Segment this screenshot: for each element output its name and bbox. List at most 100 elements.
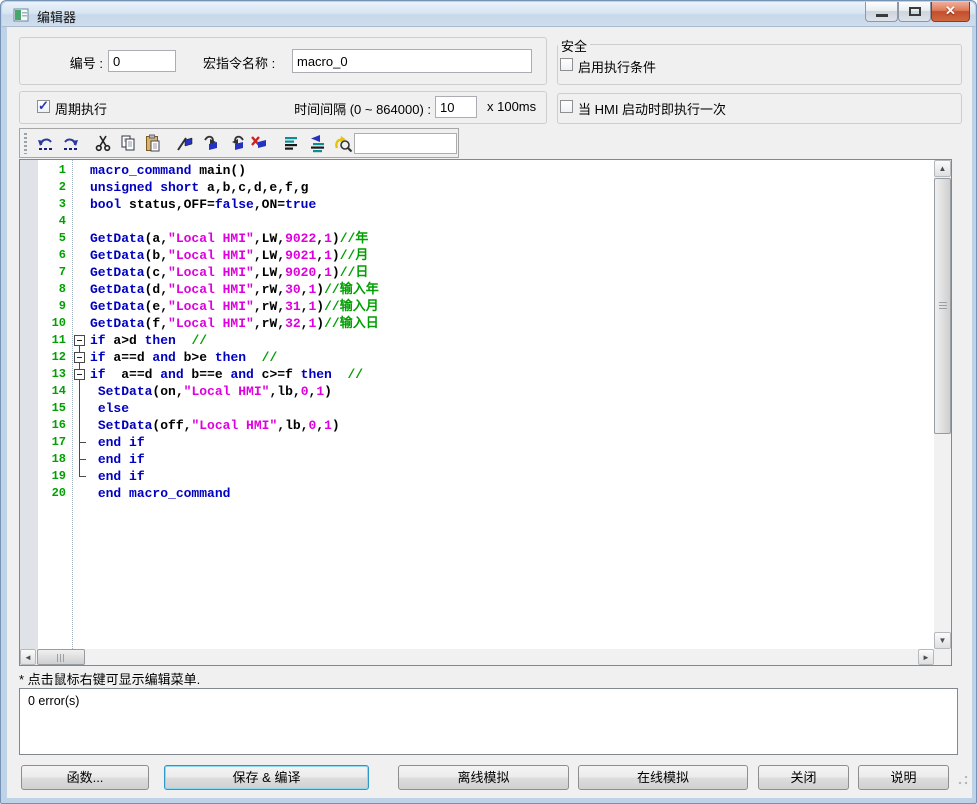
code-line[interactable]: 12if a==d and b>e then // (20, 349, 934, 366)
resize-grip[interactable] (958, 775, 968, 785)
fold-spacer (70, 196, 90, 213)
line-number: 17 (20, 434, 70, 451)
periodic-label[interactable]: 周期执行 (55, 99, 107, 118)
code-line[interactable]: 19 end if (20, 468, 934, 485)
offline-simulation-button[interactable]: 离线模拟 (398, 765, 569, 790)
maximize-button[interactable] (898, 2, 931, 22)
toolbar-gripper[interactable] (24, 133, 27, 154)
editor-window: 编辑器 ✕ 编号 : 宏指令名称 : 安全 启用执行条件 周期执行 时间间隔 (… (0, 0, 977, 804)
close-dialog-button[interactable]: 关闭 (758, 765, 849, 790)
macro-id-input[interactable] (108, 50, 176, 72)
code-line[interactable]: 13if a==d and b==e and c>=f then // (20, 366, 934, 383)
periodic-checkbox[interactable] (37, 100, 50, 113)
code-line[interactable]: 6GetData(b,"Local HMI",LW,9021,1)//月 (20, 247, 934, 264)
code-line[interactable]: 15 else (20, 400, 934, 417)
undo-icon[interactable] (35, 133, 57, 154)
indent-icon[interactable] (281, 133, 303, 154)
run-on-startup-checkbox[interactable] (560, 100, 573, 113)
code-line[interactable]: 11if a>d then // (20, 332, 934, 349)
code-line[interactable]: 10GetData(f,"Local HMI",rW,32,1)//输入日 (20, 315, 934, 332)
code-line[interactable]: 7GetData(c,"Local HMI",LW,9020,1)//日 (20, 264, 934, 281)
line-number: 16 (20, 417, 70, 434)
vertical-scroll-thumb[interactable] (934, 178, 951, 434)
interval-input[interactable] (435, 96, 477, 118)
run-on-startup-label[interactable]: 当 HMI 启动时即执行一次 (578, 99, 726, 118)
code-line[interactable]: 5GetData(a,"Local HMI",LW,9022,1)//年 (20, 230, 934, 247)
macro-id-label: 编号 : (51, 53, 103, 72)
clear-bookmarks-icon[interactable] (249, 133, 271, 154)
code-text: GetData(a,"Local HMI",LW,9022,1)//年 (90, 230, 368, 247)
code-line[interactable]: 17 end if (20, 434, 934, 451)
scroll-left-icon[interactable]: ◄ (20, 649, 36, 665)
code-line[interactable]: 4 (20, 213, 934, 230)
fold-spacer (70, 162, 90, 179)
line-number: 2 (20, 179, 70, 196)
functions-button[interactable]: 函数... (21, 765, 149, 790)
line-number: 18 (20, 451, 70, 468)
interval-unit-label: x 100ms (487, 99, 536, 114)
line-number: 10 (20, 315, 70, 332)
error-output-box[interactable]: 0 error(s) (19, 688, 958, 755)
horizontal-scroll-thumb[interactable] (37, 649, 85, 665)
code-line[interactable]: 20 end macro_command (20, 485, 934, 502)
outdent-icon[interactable] (307, 133, 329, 154)
line-number: 7 (20, 264, 70, 281)
thumb-grip (57, 654, 65, 662)
gutter-separator (72, 160, 73, 649)
fold-marker-box[interactable] (70, 349, 90, 366)
vertical-scrollbar[interactable]: ▲ ▼ (934, 160, 951, 649)
redo-icon[interactable] (61, 133, 83, 154)
code-text: SetData(off,"Local HMI",lb,0,1) (90, 417, 340, 434)
fold-marker-line (70, 400, 90, 417)
fold-spacer (70, 247, 90, 264)
code-line[interactable]: 3bool status,OFF=false,ON=true (20, 196, 934, 213)
cut-icon[interactable] (93, 133, 115, 154)
previous-bookmark-icon[interactable] (227, 133, 249, 154)
fold-marker-tee (70, 434, 90, 451)
copy-icon[interactable] (118, 133, 140, 154)
code-text: end if (90, 434, 145, 451)
online-simulation-button[interactable]: 在线模拟 (578, 765, 748, 790)
thumb-grip (939, 302, 947, 310)
minimize-button[interactable] (865, 2, 898, 22)
macro-name-input[interactable] (292, 49, 532, 73)
find-icon[interactable] (333, 133, 355, 154)
code-line[interactable]: 14 SetData(on,"Local HMI",lb,0,1) (20, 383, 934, 400)
code-line[interactable]: 16 SetData(off,"Local HMI",lb,0,1) (20, 417, 934, 434)
fold-marker-boxfirst[interactable] (70, 332, 90, 349)
toggle-bookmark-icon[interactable] (175, 133, 197, 154)
minimize-icon (876, 14, 888, 17)
enable-condition-checkbox[interactable] (560, 58, 573, 71)
horizontal-scrollbar[interactable]: ◄ ► (20, 649, 934, 665)
code-text: GetData(d,"Local HMI",rW,30,1)//输入年 (90, 281, 379, 298)
enable-condition-label[interactable]: 启用执行条件 (578, 57, 656, 76)
fold-spacer (70, 230, 90, 247)
line-number: 4 (20, 213, 70, 230)
close-button[interactable]: ✕ (931, 2, 970, 22)
paste-icon[interactable] (143, 133, 165, 154)
fold-marker-corner (70, 468, 90, 485)
save-compile-button[interactable]: 保存 & 编译 (164, 765, 369, 790)
code-text: GetData(e,"Local HMI",rW,31,1)//输入月 (90, 298, 379, 315)
code-line[interactable]: 18 end if (20, 451, 934, 468)
window-title: 编辑器 (37, 7, 76, 26)
fold-marker-box[interactable] (70, 366, 90, 383)
scroll-right-icon[interactable]: ► (918, 649, 934, 665)
help-button[interactable]: 说明 (858, 765, 949, 790)
next-bookmark-icon[interactable] (201, 133, 223, 154)
line-number: 8 (20, 281, 70, 298)
title-bar[interactable]: 编辑器 ✕ (2, 2, 975, 27)
dialog-client-area: 编号 : 宏指令名称 : 安全 启用执行条件 周期执行 时间间隔 (0 ~ 86… (7, 27, 972, 798)
code-line[interactable]: 9GetData(e,"Local HMI",rW,31,1)//输入月 (20, 298, 934, 315)
search-input[interactable] (354, 133, 457, 154)
code-line[interactable]: 1macro_command main() (20, 162, 934, 179)
fold-marker-line (70, 383, 90, 400)
line-number: 14 (20, 383, 70, 400)
error-count-text: 0 error(s) (28, 694, 79, 708)
line-number: 12 (20, 349, 70, 366)
scroll-down-icon[interactable]: ▼ (934, 632, 951, 649)
code-editor[interactable]: 1macro_command main()2unsigned short a,b… (19, 159, 952, 666)
scroll-up-icon[interactable]: ▲ (934, 160, 951, 177)
code-line[interactable]: 8 GetData(d,"Local HMI",rW,30,1)//输入年 (20, 281, 934, 298)
code-line[interactable]: 2unsigned short a,b,c,d,e,f,g (20, 179, 934, 196)
